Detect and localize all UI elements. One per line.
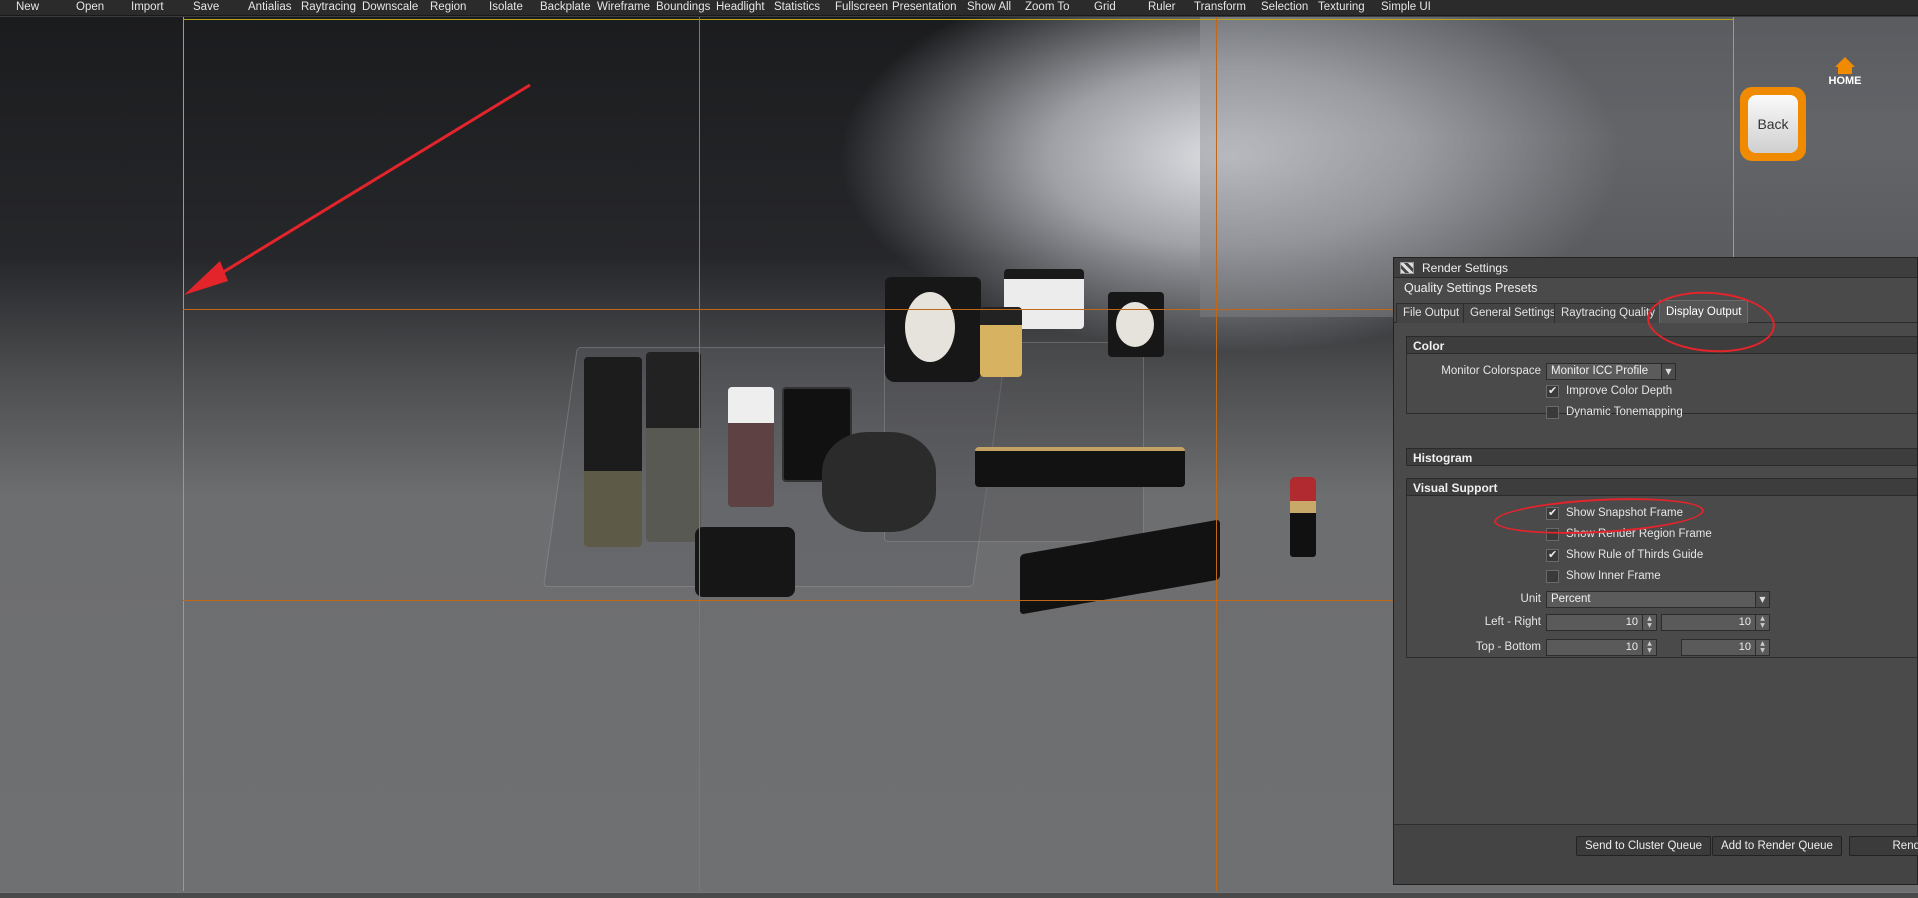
top-spinbox[interactable]: 10 ▲ ▼	[1546, 639, 1657, 656]
right-spinbox[interactable]: 10 ▲ ▼	[1661, 614, 1770, 631]
clapperboard-icon	[1400, 261, 1414, 274]
menu-antialias[interactable]: Antialias	[248, 0, 291, 16]
left-right-label: Left - Right	[1484, 616, 1541, 628]
show-inner-frame-label: Show Inner Frame	[1566, 570, 1661, 582]
thirds-line-h1	[183, 309, 1393, 310]
dynamic-tonemapping-label: Dynamic Tonemapping	[1566, 406, 1683, 418]
menu-isolate[interactable]: Isolate	[489, 0, 523, 16]
show-inner-frame-checkbox[interactable]	[1546, 570, 1559, 583]
home-button[interactable]: HOME	[1820, 57, 1870, 91]
menu-downscale[interactable]: Downscale	[362, 0, 418, 16]
monitor-colorspace-label: Monitor Colorspace	[1441, 365, 1541, 377]
improve-color-depth-label: Improve Color Depth	[1566, 385, 1673, 397]
unit-label: Unit	[1520, 593, 1541, 605]
lipstick-red	[1290, 477, 1316, 557]
tab-file-output[interactable]: File Output	[1396, 303, 1467, 323]
menu-raytracing[interactable]: Raytracing	[301, 0, 356, 16]
menu-statistics[interactable]: Statistics	[774, 0, 820, 16]
thirds-line-v2	[1216, 17, 1217, 891]
menu-show-all[interactable]: Show All	[967, 0, 1011, 16]
improve-color-depth-checkbox[interactable]	[1546, 384, 1559, 398]
lipstick-row	[975, 447, 1185, 487]
tab-raytracing-quality[interactable]: Raytracing Quality	[1554, 303, 1662, 323]
candle-label	[905, 292, 955, 362]
menu-grid[interactable]: Grid	[1094, 0, 1116, 16]
spin-arrows-icon[interactable]: ▲ ▼	[1755, 615, 1769, 630]
unit-dropdown[interactable]: Percent ▼	[1546, 591, 1770, 608]
unit-value: Percent	[1551, 593, 1591, 605]
menu-region[interactable]: Region	[430, 0, 466, 16]
color-section-body: Monitor Colorspace Monitor ICC Profile ▼…	[1406, 354, 1917, 419]
top-bottom-label: Top - Bottom	[1475, 641, 1541, 653]
menu-zoom-to[interactable]: Zoom To	[1025, 0, 1070, 16]
menu-boundings[interactable]: Boundings	[656, 0, 710, 16]
menu-new[interactable]: New	[16, 0, 39, 16]
snapshot-frame-right	[1733, 17, 1734, 267]
home-icon-body	[1838, 67, 1852, 74]
menu-headlight[interactable]: Headlight	[716, 0, 765, 16]
spin-arrows-icon[interactable]: ▲ ▼	[1755, 640, 1769, 655]
menu-save[interactable]: Save	[193, 0, 219, 16]
show-rule-of-thirds-checkbox[interactable]	[1546, 548, 1559, 562]
menu-ruler[interactable]: Ruler	[1148, 0, 1175, 16]
compact-round	[822, 432, 936, 532]
menu-wireframe[interactable]: Wireframe	[597, 0, 650, 16]
thirds-line-v1	[699, 17, 700, 891]
left-spinbox[interactable]: 10 ▲ ▼	[1546, 614, 1657, 631]
right-value: 10	[1738, 616, 1751, 628]
render-settings-panel: Render Settings Quality Settings Presets…	[1393, 257, 1918, 885]
status-bar	[0, 892, 1918, 898]
show-rule-of-thirds-label: Show Rule of Thirds Guide	[1566, 549, 1704, 561]
menu-simple-ui[interactable]: Simple UI	[1381, 0, 1431, 16]
menu-presentation[interactable]: Presentation	[892, 0, 957, 16]
menu-texturing[interactable]: Texturing	[1318, 0, 1365, 16]
histogram-section-header[interactable]: Histogram	[1406, 448, 1917, 466]
render-button[interactable]: Rend	[1849, 836, 1918, 856]
menu-import[interactable]: Import	[131, 0, 164, 16]
quality-presets-button[interactable]: Quality Settings Presets	[1394, 278, 1917, 299]
back-label: Back	[1748, 95, 1798, 153]
menu-transform[interactable]: Transform	[1194, 0, 1246, 16]
bottle-black-tall	[584, 357, 642, 547]
monitor-colorspace-value: Monitor ICC Profile	[1551, 365, 1649, 377]
home-label: HOME	[1828, 75, 1862, 87]
monitor-colorspace-dropdown[interactable]: Monitor ICC Profile ▼	[1546, 363, 1676, 380]
chevron-down-icon: ▼	[1755, 592, 1769, 607]
menu-bar: New Open Import Save Antialias Raytracin…	[0, 0, 1918, 16]
bottle-foundation	[646, 352, 701, 542]
dynamic-tonemapping-checkbox[interactable]	[1546, 406, 1559, 419]
panel-titlebar[interactable]: Render Settings	[1394, 258, 1917, 278]
spin-arrows-icon[interactable]: ▲ ▼	[1642, 615, 1656, 630]
bottle-blush	[728, 387, 774, 507]
top-value: 10	[1625, 641, 1638, 653]
bottom-spinbox[interactable]: 10 ▲ ▼	[1681, 639, 1770, 656]
chevron-down-icon: ▼	[1661, 364, 1675, 379]
home-icon	[1835, 57, 1855, 67]
cushion-compact	[695, 527, 795, 597]
snapshot-frame-top	[183, 19, 1734, 20]
spin-arrows-icon[interactable]: ▲ ▼	[1642, 640, 1656, 655]
thirds-line-h2	[183, 600, 1393, 601]
cosmetics-scene	[543, 247, 1316, 697]
menu-fullscreen[interactable]: Fullscreen	[835, 0, 888, 16]
perfume-bottle-gold	[980, 307, 1022, 377]
send-to-cluster-queue-button[interactable]: Send to Cluster Queue	[1576, 836, 1711, 856]
menu-open[interactable]: Open	[76, 0, 104, 16]
tab-general-settings[interactable]: General Settings	[1463, 303, 1563, 323]
menu-backplate[interactable]: Backplate	[540, 0, 591, 16]
visual-support-section-header[interactable]: Visual Support	[1406, 478, 1917, 496]
bottom-value: 10	[1738, 641, 1751, 653]
menu-selection[interactable]: Selection	[1261, 0, 1308, 16]
panel-footer: Send to Cluster Queue Add to Render Queu…	[1394, 824, 1918, 884]
annotation-arrow	[184, 83, 531, 295]
panel-title: Render Settings	[1422, 260, 1509, 275]
back-button[interactable]: Back	[1740, 87, 1806, 161]
add-to-render-queue-button[interactable]: Add to Render Queue	[1712, 836, 1842, 856]
left-value: 10	[1625, 616, 1638, 628]
